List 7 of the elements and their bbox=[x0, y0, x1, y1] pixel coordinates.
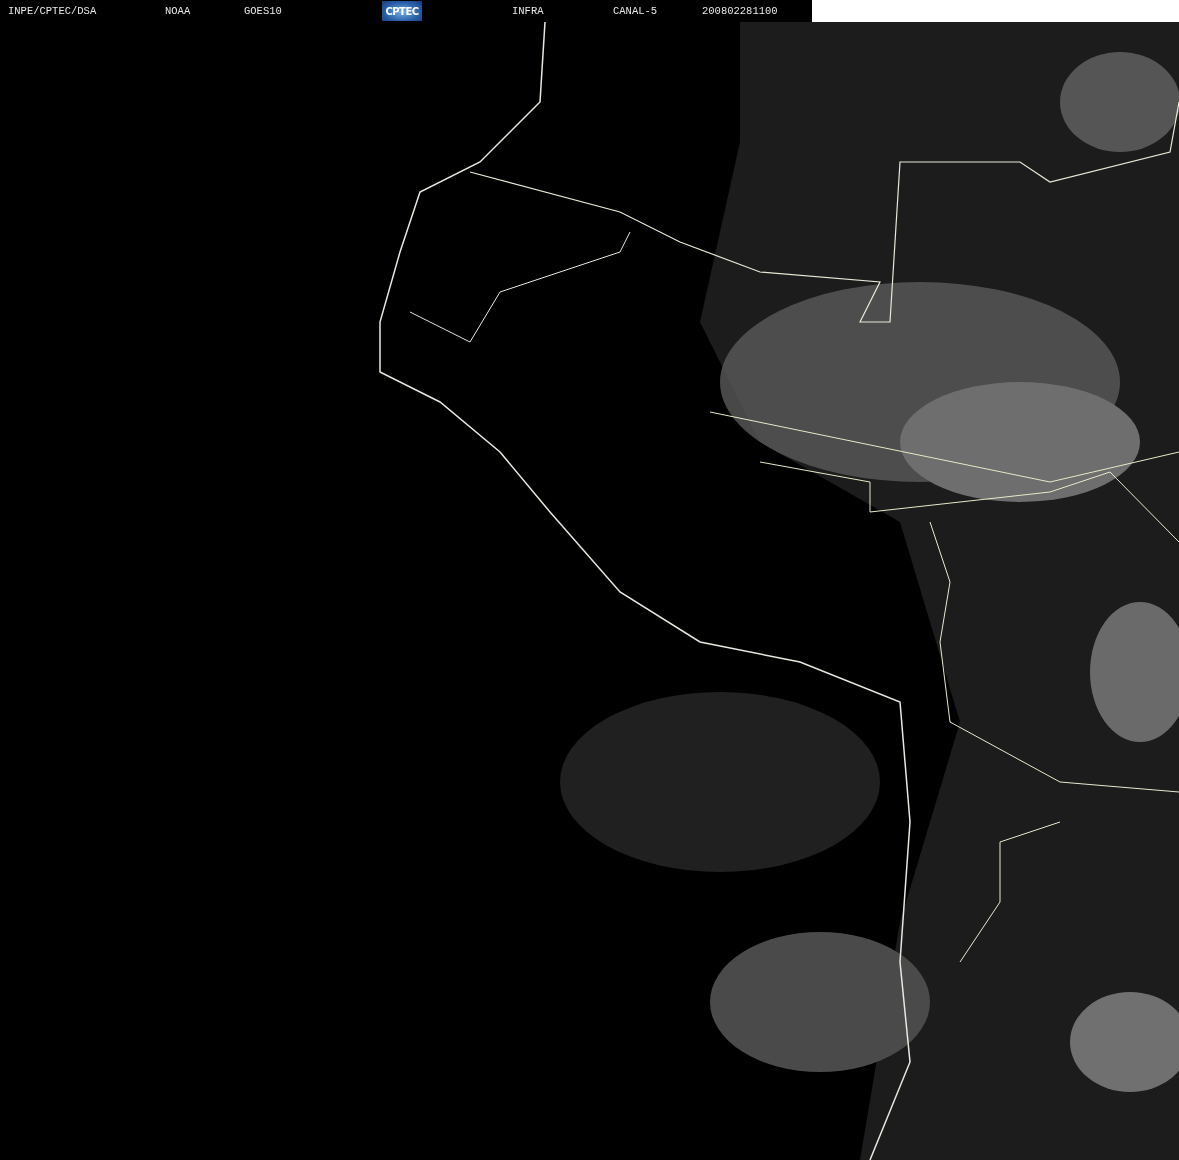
header-label: INFRA bbox=[512, 5, 545, 17]
header-label: 200802281100 bbox=[702, 5, 779, 17]
header-label: INPE/CPTEC/DSA bbox=[7, 5, 98, 17]
header-label: CANAL-5 bbox=[613, 5, 659, 17]
logo: CPTEC bbox=[382, 1, 422, 21]
header-label: GOES10 bbox=[243, 5, 283, 17]
header-label: NOAA bbox=[164, 5, 192, 17]
